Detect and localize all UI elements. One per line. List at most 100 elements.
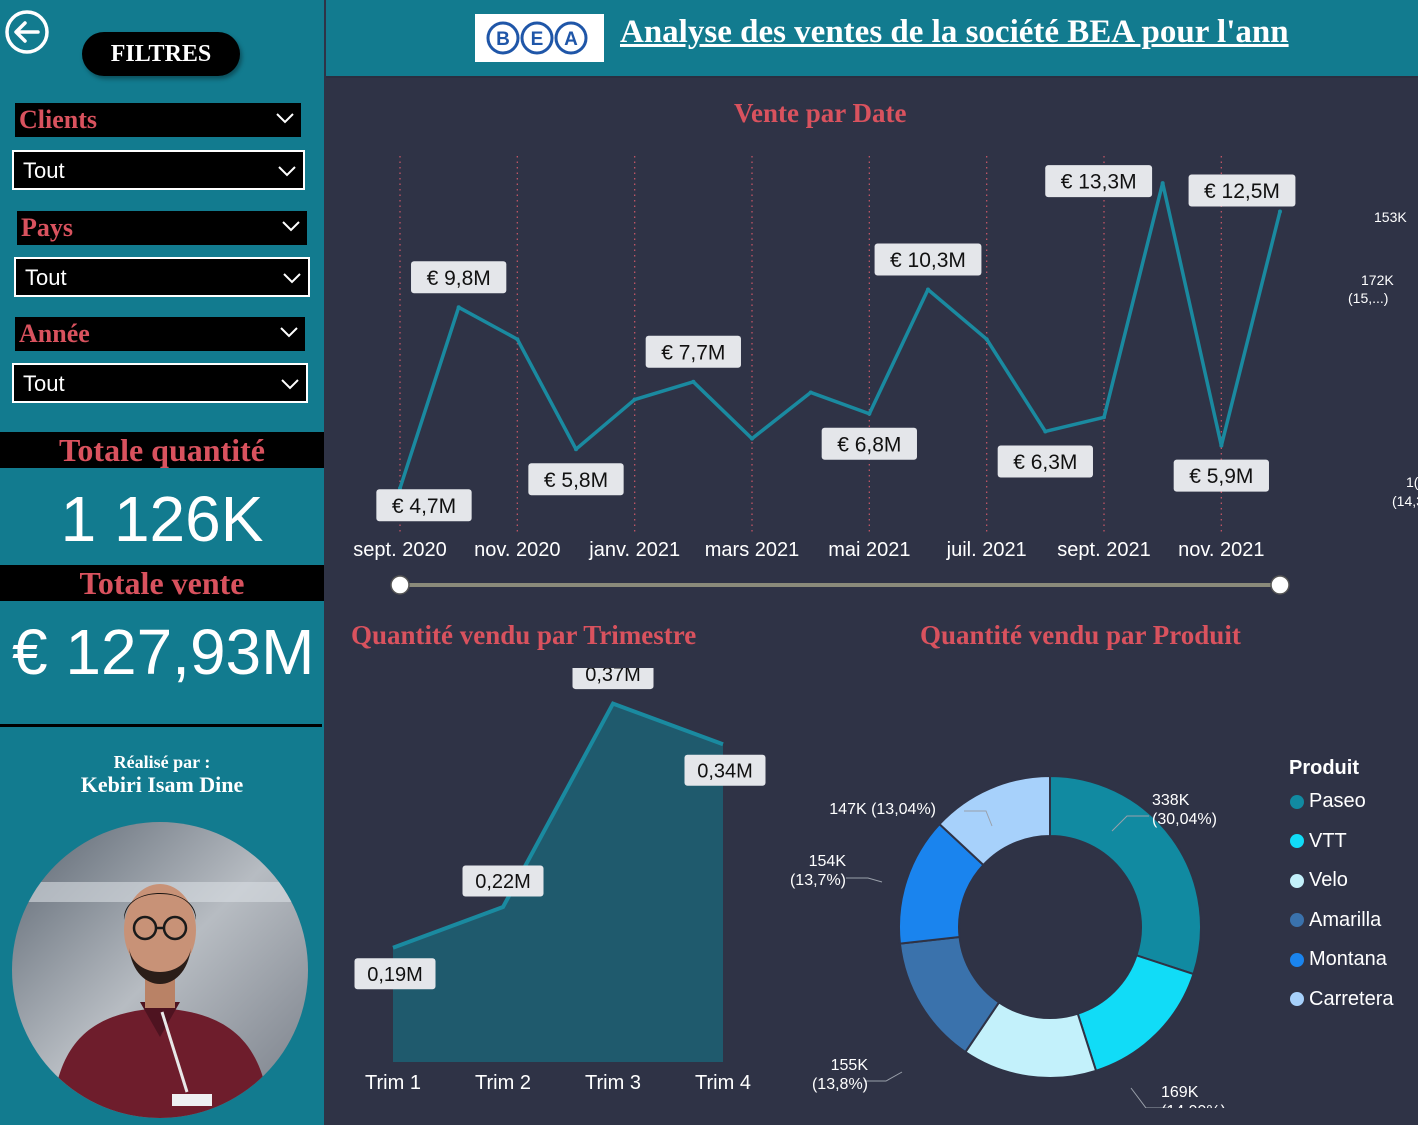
legend-item-amarilla[interactable]: Amarilla xyxy=(1290,909,1381,932)
donut-data-label: 338K xyxy=(1152,792,1190,809)
chevron-down-icon xyxy=(276,113,294,124)
legend-item-velo[interactable]: Velo xyxy=(1290,869,1348,892)
quarter-tick-label: Trim 4 xyxy=(695,1072,751,1094)
sales-point xyxy=(456,305,461,310)
legend-item-paseo[interactable]: Paseo xyxy=(1290,790,1366,813)
x-tick-label: nov. 2020 xyxy=(474,539,560,561)
donut-data-label: 147K (13,04%) xyxy=(829,801,936,818)
sales-data-label: € 7,7M xyxy=(645,335,741,368)
author-photo xyxy=(12,822,308,1118)
legend-item-vtt[interactable]: VTT xyxy=(1290,830,1347,853)
sales-data-label: € 13,3M xyxy=(1045,165,1153,198)
x-tick-label: mars 2021 xyxy=(705,539,800,561)
legend-title: Produit xyxy=(1289,757,1359,779)
legend-item-montana[interactable]: Montana xyxy=(1290,948,1387,971)
x-tick-label: sept. 2021 xyxy=(1057,539,1150,561)
quarter-tick-label: Trim 1 xyxy=(365,1072,421,1094)
sales-point xyxy=(515,337,520,342)
filter-header-clients[interactable]: Clients xyxy=(15,103,301,137)
sales-point xyxy=(1043,429,1048,434)
sales-data-label-text: € 7,7M xyxy=(661,341,725,364)
sales-point xyxy=(1219,443,1224,448)
sales-point xyxy=(1278,209,1282,214)
clipped-label-14: (14,3 xyxy=(1392,493,1418,509)
sales-by-date-chart: € 4,7M € 9,8M € 5,8M € 7,7M € 6,8M € 10,3M € 6… xyxy=(353,156,1296,595)
quarter-tick-label: Trim 2 xyxy=(475,1072,531,1094)
donut-data-label: (30,04%) xyxy=(1152,811,1217,828)
donut-slice-vtt[interactable] xyxy=(1076,954,1195,1073)
quarter-data-label-text: 0,22M xyxy=(475,871,531,893)
filter-header-annee[interactable]: Année xyxy=(15,317,305,351)
legend-item-carretera[interactable]: Carretera xyxy=(1290,988,1393,1011)
back-arrow-icon[interactable] xyxy=(4,9,50,55)
sales-data-label: € 5,8M xyxy=(528,463,624,496)
sales-data-label: € 9,8M xyxy=(411,261,507,294)
filter-sidebar: FILTRES Clients Tout Pays Tout Année Tou… xyxy=(0,0,324,1125)
clipped-label-172k: 172K xyxy=(1361,272,1394,288)
donut-leader-line xyxy=(864,1071,903,1082)
annee-dropdown-value: Tout xyxy=(23,371,65,396)
clipped-label-172k-pct: (15,...) xyxy=(1348,290,1389,306)
filter-label-clients: Clients xyxy=(19,105,97,134)
clipped-label-153k: 153K xyxy=(1374,209,1407,225)
sales-point xyxy=(574,447,578,452)
qty-by-quarter-chart: 0,19M 0,22M 0,37M 0,34M Trim 1 Trim 2 Trim 3 Tr… xyxy=(354,668,766,1094)
legend-dot xyxy=(1290,794,1304,809)
credit-label: Réalisé par : xyxy=(113,752,211,772)
logo-letter-e: E xyxy=(531,29,544,50)
filters-title: FILTRES xyxy=(82,32,240,76)
slider-handle[interactable] xyxy=(390,575,410,595)
bea-logo: B E A xyxy=(475,14,604,62)
sales-point xyxy=(984,337,989,342)
quarter-tick-label: Trim 3 xyxy=(585,1072,641,1094)
sales-data-label: € 6,3M xyxy=(997,445,1093,478)
sales-point xyxy=(1102,415,1106,420)
legend-label: VTT xyxy=(1309,829,1347,852)
legend-label: Velo xyxy=(1309,869,1348,891)
chart-title-qty-by-quarter: Quantité vendu par Trimestre xyxy=(351,620,697,650)
sales-point xyxy=(632,397,637,402)
donut-data-label: (13,7%) xyxy=(790,872,846,889)
chevron-down-icon xyxy=(278,166,296,177)
pays-dropdown[interactable]: Tout xyxy=(14,257,310,297)
legend-dot xyxy=(1290,834,1304,848)
sales-data-label-text: € 6,3M xyxy=(1013,451,1077,474)
slider-handle[interactable] xyxy=(1270,575,1290,595)
sales-point xyxy=(926,287,930,292)
quarter-data-label: 0,22M xyxy=(462,865,544,897)
legend-label: Paseo xyxy=(1309,790,1366,812)
clients-dropdown[interactable]: Tout xyxy=(12,150,305,190)
legend-label: Amarilla xyxy=(1309,908,1382,931)
sales-data-label: € 12,5M xyxy=(1188,174,1296,207)
chevron-down-icon xyxy=(282,221,300,232)
kpi-sales-label: Totale vente xyxy=(0,565,324,601)
chart-title-qty-by-product: Quantité vendu par Produit xyxy=(920,620,1241,650)
sales-data-label: € 4,7M xyxy=(376,489,472,522)
filter-label-pays: Pays xyxy=(21,213,73,242)
dashboard-title: Analyse des ventes de la société BEA pou… xyxy=(620,14,1289,50)
x-tick-label: juil. 2021 xyxy=(946,539,1027,561)
sales-point xyxy=(750,436,754,441)
filter-header-pays[interactable]: Pays xyxy=(17,211,307,245)
donut-data-label: (13,8%) xyxy=(812,1076,868,1093)
donut-data-label: 169K xyxy=(1161,1084,1199,1101)
annee-dropdown[interactable]: Tout xyxy=(12,363,308,403)
quarter-data-label: 0,37M xyxy=(572,668,654,690)
legend-dot xyxy=(1290,873,1304,888)
logo-letter-b: B xyxy=(496,29,510,50)
quarter-data-label-text: 0,34M xyxy=(697,760,753,782)
clients-dropdown-value: Tout xyxy=(23,158,65,183)
x-tick-label: janv. 2021 xyxy=(588,539,680,561)
sales-point xyxy=(867,411,872,416)
kpi-quantity-label: Totale quantité xyxy=(0,432,324,468)
sidebar-divider xyxy=(0,724,322,727)
kpi-sales-value: € 127,93M xyxy=(12,616,315,688)
quarter-data-label-text: 0,37M xyxy=(585,668,641,686)
donut-data-label: 154K xyxy=(809,853,847,870)
sales-data-label: € 10,3M xyxy=(874,243,982,276)
credit-name: Kebiri Isam Dine xyxy=(80,772,244,797)
legend-label: Montana xyxy=(1309,948,1387,970)
quarter-area xyxy=(393,703,723,1062)
clipped-label-1: 1( xyxy=(1406,474,1418,490)
x-tick-label: sept. 2020 xyxy=(353,539,446,561)
